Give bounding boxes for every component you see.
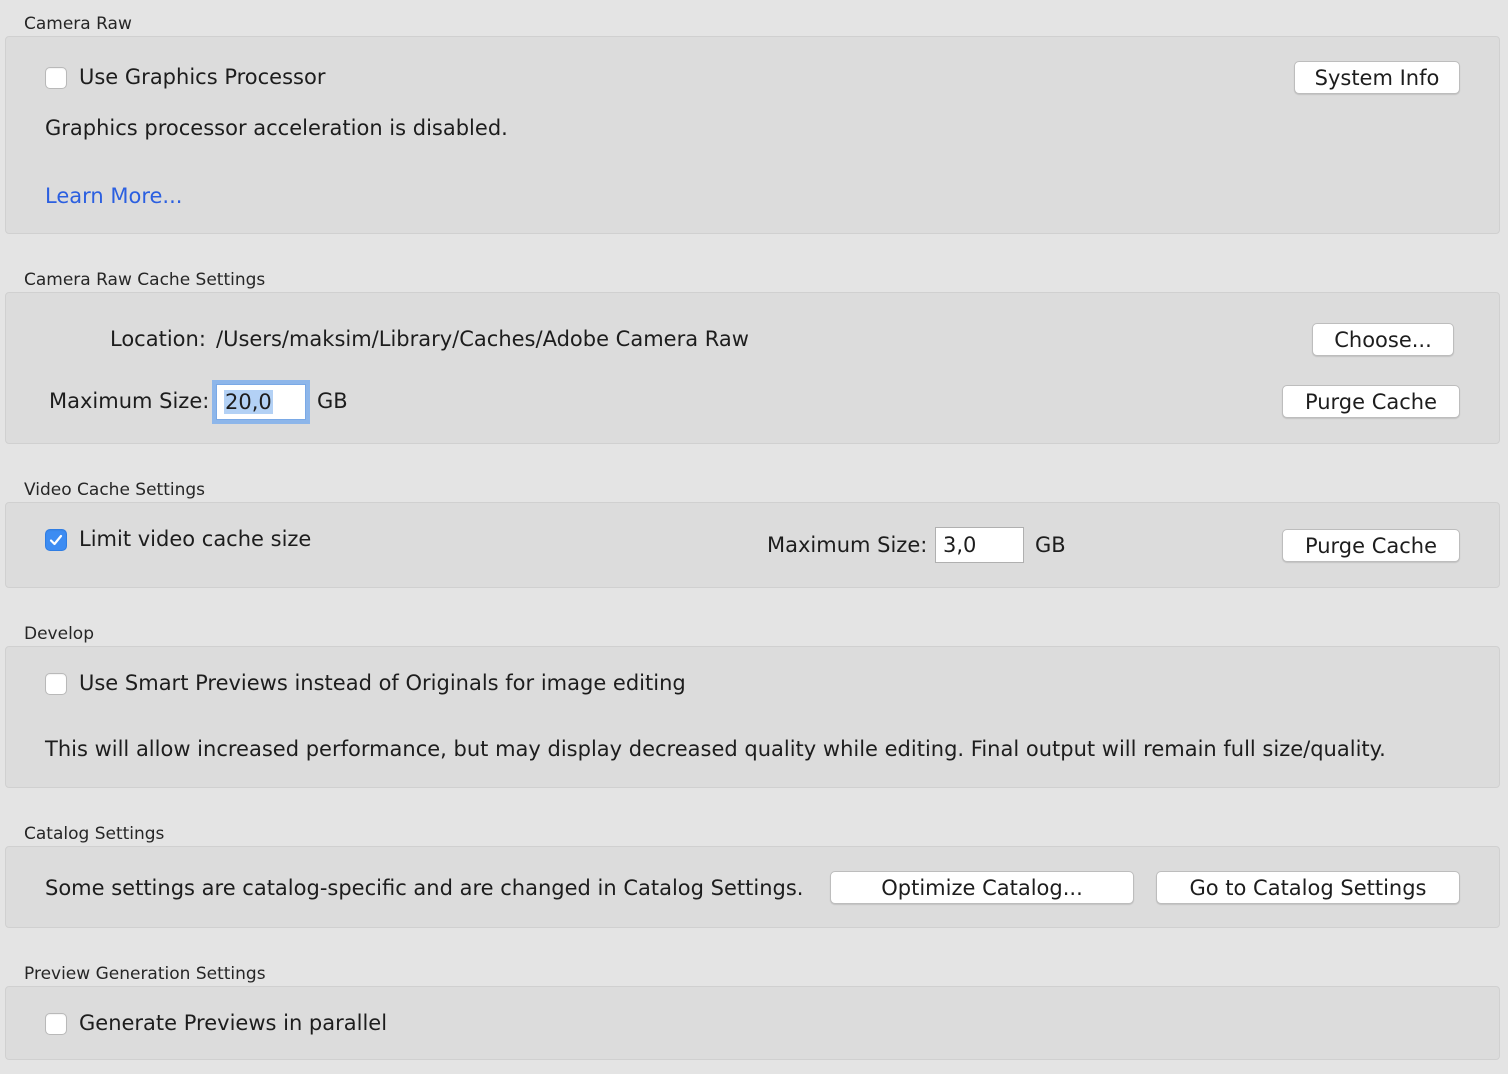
video-cache-section-title: Video Cache Settings [24,480,206,500]
smart-previews-label: Use Smart Previews instead of Originals … [79,671,686,695]
go-to-catalog-settings-button[interactable]: Go to Catalog Settings [1156,871,1460,904]
video-size-unit: GB [1035,533,1066,557]
learn-more-link[interactable]: Learn More... [45,184,182,208]
use-graphics-processor-checkbox[interactable] [45,67,67,89]
choose-location-button[interactable]: Choose... [1312,323,1454,356]
location-path: /Users/maksim/Library/Caches/Adobe Camer… [216,327,749,351]
cache-size-unit: GB [317,389,348,413]
max-size-label: Maximum Size: [49,389,210,413]
cache-settings-panel: Location: /Users/maksim/Library/Caches/A… [5,292,1500,444]
preview-gen-panel: Generate Previews in parallel [5,986,1500,1060]
preview-gen-section-title: Preview Generation Settings [24,964,266,984]
use-graphics-processor-label: Use Graphics Processor [79,65,326,89]
catalog-section-title: Catalog Settings [24,824,165,844]
limit-video-cache-label: Limit video cache size [79,527,312,551]
camera-raw-section-title: Camera Raw [24,14,132,34]
cache-max-size-value: 20,0 [224,390,273,414]
camera-raw-panel: Use Graphics Processor System Info Graph… [5,36,1500,234]
video-max-size-input[interactable]: 3,0 [935,527,1024,563]
smart-previews-checkbox[interactable] [45,673,67,695]
system-info-button[interactable]: System Info [1294,61,1460,94]
generate-previews-parallel-checkbox[interactable] [45,1013,67,1035]
purge-cache-button[interactable]: Purge Cache [1282,385,1460,418]
limit-video-cache-checkbox[interactable] [45,529,67,551]
gpu-status-text: Graphics processor acceleration is disab… [45,116,508,140]
optimize-catalog-button[interactable]: Optimize Catalog... [830,871,1134,904]
cache-settings-section-title: Camera Raw Cache Settings [24,270,266,290]
catalog-panel: Some settings are catalog-specific and a… [5,846,1500,928]
develop-panel: Use Smart Previews instead of Originals … [5,646,1500,788]
checkmark-icon [49,534,63,546]
generate-previews-parallel-label: Generate Previews in parallel [79,1011,388,1035]
video-max-size-label: Maximum Size: [767,533,928,557]
develop-section-title: Develop [24,624,94,644]
develop-description: This will allow increased performance, b… [45,737,1386,761]
video-max-size-value: 3,0 [943,533,977,557]
catalog-info-text: Some settings are catalog-specific and a… [45,876,804,900]
location-label: Location: [110,327,206,351]
video-cache-panel: Limit video cache size Maximum Size: 3,0… [5,502,1500,588]
video-purge-cache-button[interactable]: Purge Cache [1282,529,1460,562]
cache-max-size-input[interactable]: 20,0 [216,384,306,420]
